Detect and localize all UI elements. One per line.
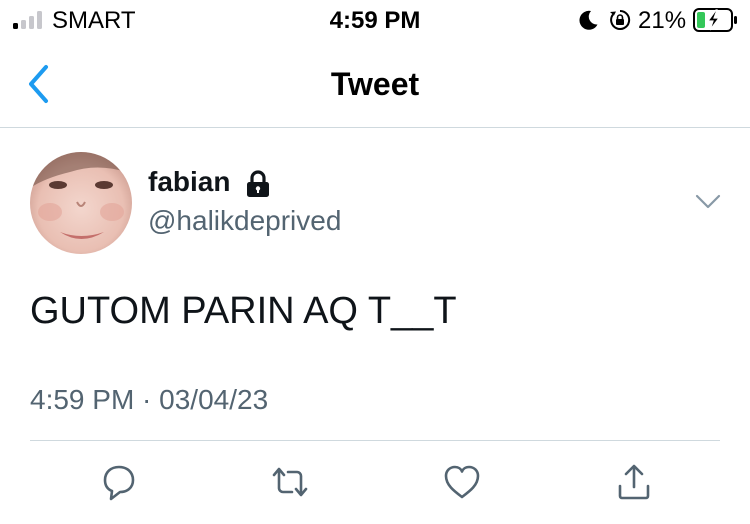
avatar[interactable]	[30, 152, 132, 254]
heart-icon	[444, 465, 480, 499]
battery-percent: 21%	[638, 7, 687, 34]
rotation-lock-icon	[610, 9, 631, 30]
moon-icon	[579, 10, 598, 30]
reply-button[interactable]	[96, 460, 140, 504]
lock-icon	[247, 170, 269, 197]
navigation-bar: Tweet	[0, 40, 750, 128]
page-title: Tweet	[330, 66, 420, 102]
tweet-detail-screen: SMART 4:59 PM 21% Tweet fabian @halikdep…	[0, 0, 750, 524]
status-bar: SMART 4:59 PM 21%	[0, 0, 750, 40]
share-icon	[618, 464, 650, 500]
retweet-button[interactable]	[268, 460, 312, 504]
share-button[interactable]	[612, 460, 656, 504]
divider	[30, 440, 720, 441]
display-name[interactable]: fabian	[148, 166, 230, 198]
tweet-timestamp[interactable]: 4:59 PM · 03/04/23	[30, 384, 268, 416]
tweet-text: GUTOM PARIN AQ T__T	[30, 290, 457, 332]
user-handle[interactable]: @halikdeprived	[148, 205, 341, 237]
battery-charging-icon	[693, 8, 737, 32]
like-button[interactable]	[440, 460, 484, 504]
retweet-icon	[272, 467, 308, 497]
chevron-down-icon[interactable]	[694, 192, 722, 212]
avatar-image	[30, 152, 132, 254]
reply-icon	[103, 465, 135, 501]
